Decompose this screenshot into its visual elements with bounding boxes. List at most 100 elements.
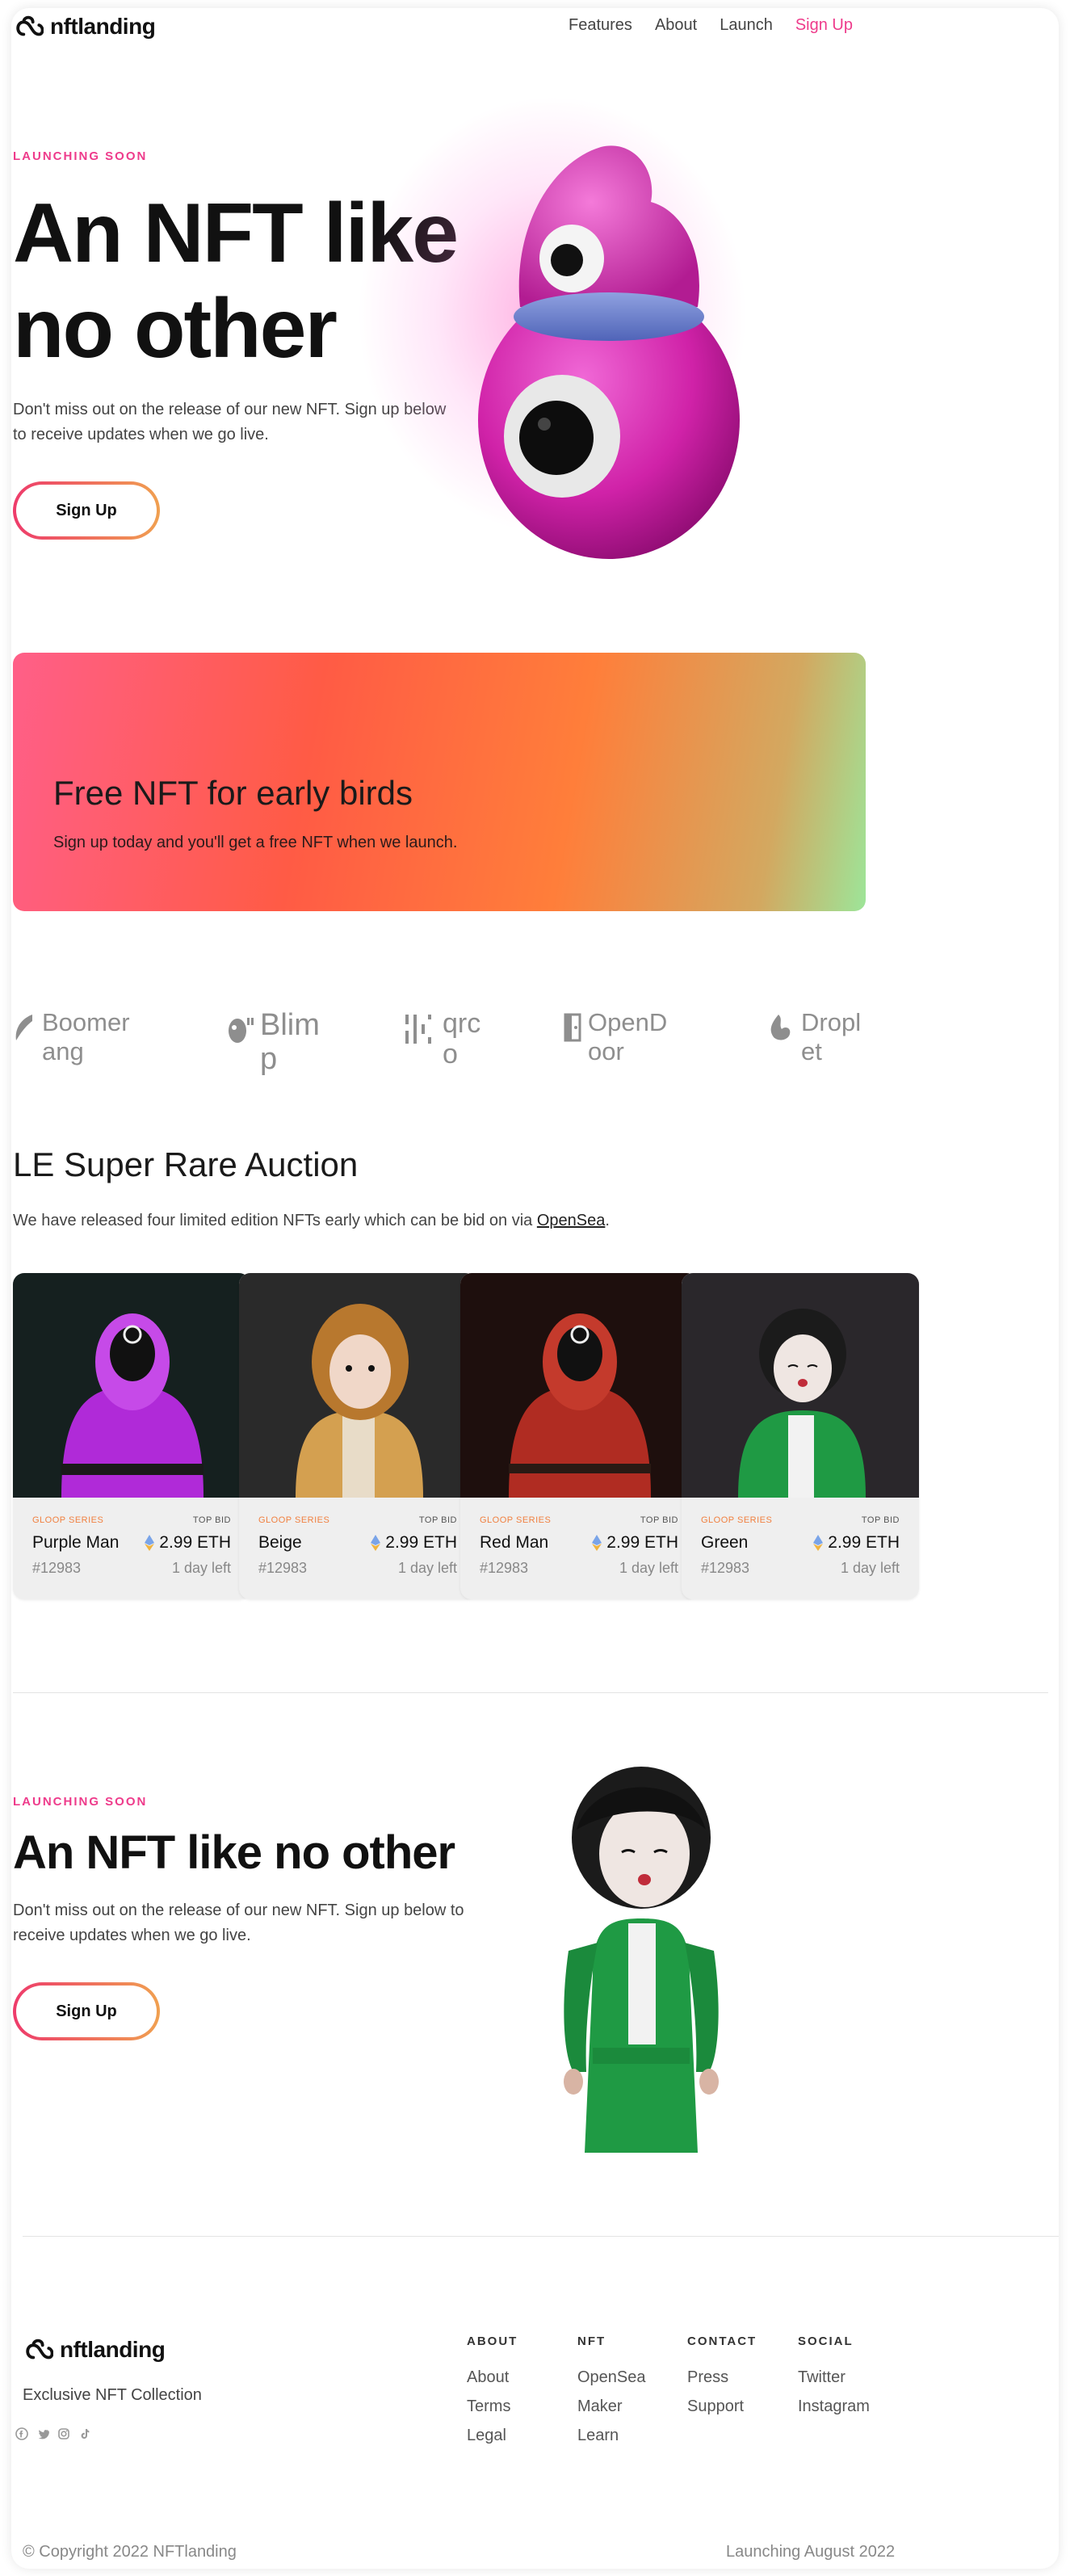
nft-image-beige bbox=[239, 1273, 476, 1498]
footer-link-about[interactable]: About bbox=[467, 2368, 518, 2388]
partner-name: OpenDoor bbox=[588, 1008, 668, 1065]
logo[interactable]: nftlanding bbox=[13, 11, 156, 42]
promo-banner: Free NFT for early birds Sign up today a… bbox=[13, 653, 866, 911]
card-time-left: 1 day left bbox=[840, 1560, 900, 1576]
nav-link-about[interactable]: About bbox=[655, 16, 697, 35]
nav-link-signup[interactable]: Sign Up bbox=[795, 16, 853, 35]
card-price: 2.99 ETH bbox=[371, 1533, 457, 1553]
footer-col-heading: NFT bbox=[577, 2334, 606, 2348]
partner-opendoor: OpenDoor bbox=[564, 1008, 685, 1066]
footer-link-legal[interactable]: Legal bbox=[467, 2426, 518, 2446]
hero-signup-label: Sign Up bbox=[16, 485, 157, 536]
footer-col-about: ABOUT About Terms Legal bbox=[467, 2334, 518, 2455]
card-price-value: 2.99 ETH bbox=[385, 1533, 457, 1552]
hero-eyebrow: LAUNCHING SOON bbox=[13, 149, 148, 163]
nft-image-green bbox=[682, 1273, 919, 1498]
instagram-icon[interactable] bbox=[57, 2427, 71, 2441]
footer-logo-text: nftlanding bbox=[60, 2337, 166, 2362]
partner-droplet: Droplet bbox=[767, 1008, 880, 1066]
footer-link-support[interactable]: Support bbox=[687, 2397, 757, 2417]
partner-logos: Boomerang Blimp qrco OpenDoor Droplet bbox=[13, 1008, 901, 1097]
hero-nft-character bbox=[478, 145, 740, 559]
footer-col-nft: NFT OpenSea Maker Learn bbox=[577, 2334, 646, 2455]
partner-name: Droplet bbox=[801, 1008, 862, 1065]
eth-icon bbox=[813, 1535, 824, 1551]
auction-text-suffix: . bbox=[605, 1212, 610, 1229]
twitter-icon[interactable] bbox=[36, 2427, 50, 2441]
qrco-icon bbox=[405, 1015, 431, 1044]
hero2-signup-button[interactable]: Sign Up bbox=[13, 1982, 160, 2040]
hero2-signup-label: Sign Up bbox=[16, 1986, 157, 2037]
blimp-icon bbox=[229, 1018, 254, 1043]
partner-name: Blimp bbox=[260, 1008, 320, 1076]
card-id: #12983 bbox=[258, 1560, 308, 1576]
footer-col-heading: ABOUT bbox=[467, 2334, 518, 2348]
card-topbid-label: TOP BID bbox=[418, 1515, 457, 1525]
auction-description: We have released four limited edition NF… bbox=[13, 1212, 610, 1230]
card-name: Red Man bbox=[480, 1533, 549, 1552]
nft-image-purple-man bbox=[13, 1273, 250, 1498]
nft-card-purple-man[interactable]: GLOOP SERIES TOP BID Purple Man 2.99 ETH… bbox=[13, 1273, 250, 1599]
auction-cards: GLOOP SERIES TOP BID Purple Man 2.99 ETH… bbox=[13, 1273, 919, 1599]
nft-card-green[interactable]: GLOOP SERIES TOP BID Green 2.99 ETH #129… bbox=[682, 1273, 919, 1599]
partner-name: Boomerang bbox=[42, 1008, 130, 1065]
door-icon bbox=[564, 1013, 581, 1042]
section-divider bbox=[13, 1692, 1048, 1693]
footer-divider bbox=[23, 2236, 1059, 2237]
footer-col-contact: CONTACT Press Support bbox=[687, 2334, 757, 2426]
card-series: GLOOP SERIES bbox=[701, 1515, 773, 1525]
footer-logo[interactable]: nftlanding bbox=[23, 2334, 166, 2365]
hero2-title: An NFT like no other bbox=[13, 1826, 455, 1879]
nft-card-red-man[interactable]: GLOOP SERIES TOP BID Red Man 2.99 ETH #1… bbox=[460, 1273, 698, 1599]
card-price: 2.99 ETH bbox=[145, 1533, 231, 1553]
card-id: #12983 bbox=[32, 1560, 82, 1576]
footer-tagline: Exclusive NFT Collection bbox=[23, 2386, 202, 2404]
footer-link-press[interactable]: Press bbox=[687, 2368, 757, 2388]
footer-col-heading: CONTACT bbox=[687, 2334, 757, 2348]
footer-link-opensea[interactable]: OpenSea bbox=[577, 2368, 646, 2388]
nav-links: Features About Launch Sign Up bbox=[569, 16, 875, 35]
card-id: #12983 bbox=[701, 1560, 750, 1576]
opensea-link[interactable]: OpenSea bbox=[537, 1212, 606, 1229]
logo-icon bbox=[26, 2339, 53, 2360]
auction-text-prefix: We have released four limited edition NF… bbox=[13, 1212, 537, 1229]
card-price-value: 2.99 ETH bbox=[159, 1533, 231, 1552]
hero-signup-button[interactable]: Sign Up bbox=[13, 481, 160, 540]
nav-link-launch[interactable]: Launch bbox=[720, 16, 773, 35]
card-series: GLOOP SERIES bbox=[258, 1515, 330, 1525]
partner-blimp: Blimp bbox=[226, 1008, 339, 1076]
card-name: Purple Man bbox=[32, 1533, 120, 1552]
footer-copyright: © Copyright 2022 NFTlanding bbox=[23, 2543, 237, 2561]
eth-icon bbox=[145, 1535, 155, 1551]
card-price-value: 2.99 ETH bbox=[606, 1533, 678, 1552]
hero2-eyebrow: LAUNCHING SOON bbox=[13, 1795, 148, 1809]
promo-title: Free NFT for early birds bbox=[53, 774, 413, 812]
footer-col-heading: SOCIAL bbox=[798, 2334, 854, 2348]
hero2-nft-character bbox=[564, 1767, 719, 2153]
card-time-left: 1 day left bbox=[171, 1560, 231, 1576]
top-nav: nftlanding Features About Launch Sign Up bbox=[11, 8, 1059, 57]
droplet-icon bbox=[770, 1015, 791, 1040]
card-time-left: 1 day left bbox=[397, 1560, 457, 1576]
hero2-description: Don't miss out on the release of our new… bbox=[13, 1902, 464, 1944]
footer-link-instagram[interactable]: Instagram bbox=[798, 2397, 870, 2417]
card-price-value: 2.99 ETH bbox=[828, 1533, 900, 1552]
tiktok-icon[interactable] bbox=[78, 2427, 92, 2441]
nft-card-beige[interactable]: GLOOP SERIES TOP BID Beige 2.99 ETH #129… bbox=[239, 1273, 476, 1599]
facebook-icon[interactable] bbox=[15, 2427, 29, 2441]
footer-link-twitter[interactable]: Twitter bbox=[798, 2368, 870, 2388]
logo-icon bbox=[16, 15, 44, 36]
logo-text: nftlanding bbox=[50, 14, 156, 39]
card-series: GLOOP SERIES bbox=[32, 1515, 104, 1525]
nav-link-features[interactable]: Features bbox=[569, 16, 632, 35]
card-name: Green bbox=[701, 1533, 749, 1552]
page-frame: nftlanding Features About Launch Sign Up… bbox=[11, 8, 1059, 2569]
boomerang-icon bbox=[15, 1015, 32, 1040]
footer-link-maker[interactable]: Maker bbox=[577, 2397, 646, 2417]
footer-link-learn[interactable]: Learn bbox=[577, 2426, 646, 2446]
card-series: GLOOP SERIES bbox=[480, 1515, 552, 1525]
partner-qrco: qrco bbox=[404, 1008, 501, 1069]
footer-link-terms[interactable]: Terms bbox=[467, 2397, 518, 2417]
footer-col-social: SOCIAL Twitter Instagram bbox=[798, 2334, 870, 2426]
card-topbid-label: TOP BID bbox=[640, 1515, 678, 1525]
